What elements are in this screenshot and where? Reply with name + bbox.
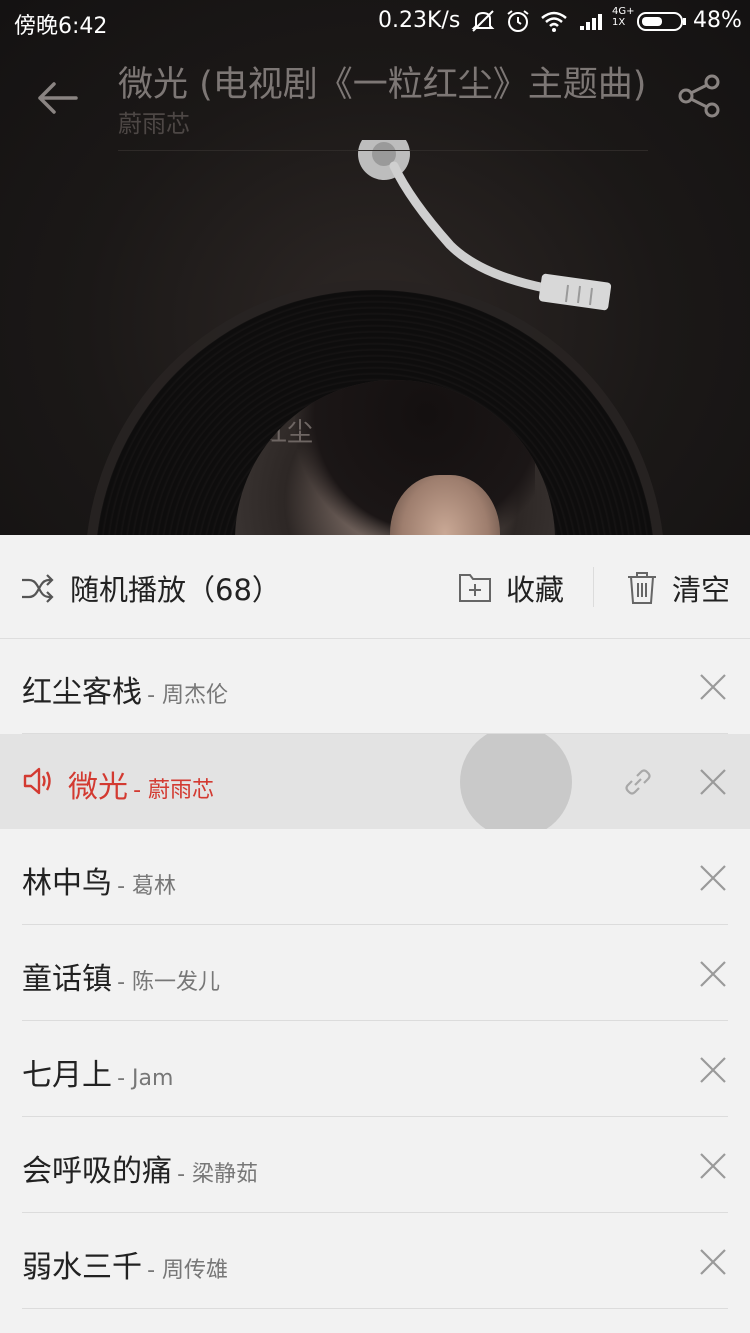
network-type-sub: 1X xyxy=(612,17,626,28)
song-row-text: 林中鸟 - 葛林 xyxy=(22,858,176,902)
song-artist-name: - Jam xyxy=(117,1066,174,1091)
link-icon[interactable] xyxy=(622,766,654,798)
song-artist-name: - 周杰伦 xyxy=(147,683,229,708)
song-artist-name: - 陈一发儿 xyxy=(117,970,221,995)
remove-icon[interactable] xyxy=(698,863,728,893)
row-divider xyxy=(22,1212,728,1213)
playlist-sheet: 随机播放（68） 收藏 清空 红尘客栈 - 周杰伦 微光 - 蔚雨芯 林中鸟 -… xyxy=(0,535,750,1333)
remove-icon[interactable] xyxy=(698,767,728,797)
song-row-text: 弱水三千 - 周传雄 xyxy=(22,1242,228,1286)
playlist-header: 随机播放（68） 收藏 清空 xyxy=(0,535,750,639)
song-name: 七月上 xyxy=(22,1058,112,1093)
back-arrow-icon[interactable] xyxy=(34,74,82,122)
song-name: 林中鸟 xyxy=(22,866,112,901)
song-name: 童话镇 xyxy=(22,962,112,997)
trash-icon xyxy=(628,572,656,604)
song-artist-name: - 周传雄 xyxy=(147,1258,229,1283)
clear-label: 清空 xyxy=(672,573,731,607)
share-icon[interactable] xyxy=(676,72,724,120)
song-row-text: 红尘客栈 - 周杰伦 xyxy=(22,667,228,711)
song-row-text: 会呼吸的痛 - 梁静茹 xyxy=(22,1146,258,1190)
clear-button[interactable]: 清空 xyxy=(622,561,742,611)
remove-icon[interactable] xyxy=(698,1151,728,1181)
song-row[interactable]: 弱水三千 - 周传雄 xyxy=(0,1214,750,1309)
tonearm-icon xyxy=(358,140,612,311)
album-art-text: 粒红尘 xyxy=(235,418,314,448)
row-divider xyxy=(22,1020,728,1021)
song-artist-name: - 梁静茹 xyxy=(177,1162,259,1187)
song-row[interactable]: 红尘客栈 - 周杰伦 xyxy=(0,639,750,734)
status-net-speed: 0.23K/s xyxy=(378,8,461,33)
speaker-icon xyxy=(23,767,51,795)
song-title: 微光 (电视剧《一粒红尘》主题曲) xyxy=(118,65,647,105)
song-artist-name: - 蔚雨芯 xyxy=(133,778,215,803)
status-battery: 48% xyxy=(693,8,742,33)
row-divider xyxy=(22,1116,728,1117)
alarm-icon xyxy=(507,10,529,32)
battery-icon xyxy=(637,12,686,31)
remove-icon[interactable] xyxy=(698,672,728,702)
shuffle-icon[interactable] xyxy=(20,571,54,605)
row-divider xyxy=(22,924,728,925)
song-row[interactable]: 会呼吸的痛 - 梁静茹 xyxy=(0,1118,750,1213)
wifi-icon xyxy=(541,11,567,32)
song-row-text: 童话镇 - 陈一发儿 xyxy=(22,954,220,998)
remove-icon[interactable] xyxy=(698,959,728,989)
shuffle-play-label[interactable]: 随机播放（68） xyxy=(70,567,281,609)
song-row-playing[interactable]: 微光 - 蔚雨芯 xyxy=(0,734,750,829)
mute-bell-icon xyxy=(471,10,495,32)
song-artist: 蔚雨芯 xyxy=(118,110,190,138)
remove-icon[interactable] xyxy=(698,1055,728,1085)
song-row[interactable]: 林中鸟 - 葛林 xyxy=(0,830,750,925)
song-artist-name: - 葛林 xyxy=(117,874,177,899)
cellular-signal-icon xyxy=(580,14,602,30)
song-row-text: 微光 - 蔚雨芯 xyxy=(68,762,214,806)
folder-add-icon xyxy=(459,574,491,602)
song-row-text: 七月上 - Jam xyxy=(22,1050,173,1094)
remove-icon[interactable] xyxy=(698,1247,728,1277)
header-divider xyxy=(593,567,594,607)
network-type: 4G+ 1X xyxy=(612,6,635,28)
touch-ripple xyxy=(460,734,572,829)
player-background: 粒红尘 傍晚6:42 0.23K/s 4G+ 1X 48% 微光 (电视剧《一粒… xyxy=(0,0,750,535)
collect-label: 收藏 xyxy=(506,573,565,607)
collect-button[interactable]: 收藏 xyxy=(456,561,576,611)
network-type-label: 4G+ xyxy=(612,6,635,17)
song-name: 会呼吸的痛 xyxy=(22,1154,172,1189)
status-time: 傍晚6:42 xyxy=(14,14,108,39)
song-name: 红尘客栈 xyxy=(22,675,142,710)
song-row[interactable]: 七月上 - Jam xyxy=(0,1022,750,1117)
song-name: 弱水三千 xyxy=(22,1250,142,1285)
status-bar: 傍晚6:42 0.23K/s 4G+ 1X 48% xyxy=(0,0,750,44)
song-row[interactable]: 童话镇 - 陈一发儿 xyxy=(0,926,750,1021)
title-divider xyxy=(118,150,648,151)
row-divider xyxy=(22,1308,728,1309)
song-name: 微光 xyxy=(68,770,128,805)
